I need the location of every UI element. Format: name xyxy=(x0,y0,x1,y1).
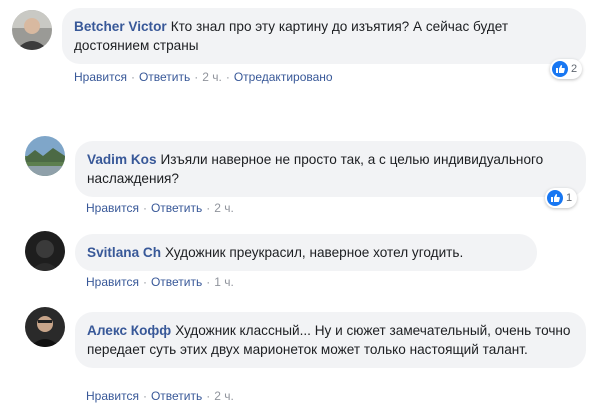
edited-label[interactable]: Отредактировано xyxy=(234,70,333,84)
comment-text: Художник преукрасил, наверное хотел угод… xyxy=(165,245,464,260)
like-link[interactable]: Нравится xyxy=(86,275,139,289)
comment-author[interactable]: Vadim Kos xyxy=(87,152,157,167)
comment-bubble: Vadim Kos Изъяли наверное не просто так, … xyxy=(75,141,586,197)
timestamp[interactable]: 2 ч. xyxy=(214,201,234,215)
reply-link[interactable]: Ответить xyxy=(151,275,202,289)
avatar[interactable] xyxy=(12,10,52,50)
comment-actions: Нравится · Ответить · 2 ч. xyxy=(86,389,234,403)
comment-actions: Нравится · Ответить · 1 ч. xyxy=(86,275,234,289)
reply-link[interactable]: Ответить xyxy=(139,70,190,84)
reaction-count[interactable]: 2 xyxy=(550,59,583,79)
avatar[interactable] xyxy=(25,307,65,347)
comment-actions: Нравится · Ответить · 2 ч. xyxy=(86,201,234,215)
comment-author[interactable]: Svitlana Ch xyxy=(87,245,161,260)
timestamp[interactable]: 1 ч. xyxy=(214,275,234,289)
like-link[interactable]: Нравится xyxy=(74,70,127,84)
comment-author[interactable]: Алекс Кофф xyxy=(87,323,171,338)
timestamp[interactable]: 2 ч. xyxy=(202,70,222,84)
reply-link[interactable]: Ответить xyxy=(151,389,202,403)
comment-bubble: Svitlana Ch Художник преукрасил, наверное… xyxy=(75,234,537,271)
like-icon xyxy=(552,61,568,77)
avatar[interactable] xyxy=(25,136,65,176)
like-link[interactable]: Нравится xyxy=(86,201,139,215)
comment-author[interactable]: Betcher Victor xyxy=(74,19,167,34)
reply-link[interactable]: Ответить xyxy=(151,201,202,215)
avatar[interactable] xyxy=(25,231,65,271)
like-icon xyxy=(547,190,563,206)
comment-actions: Нравится · Ответить · 2 ч. · Отредактировано xyxy=(74,70,333,84)
comment-bubble: Betcher Victor Кто знал про эту картину д… xyxy=(62,8,586,64)
like-link[interactable]: Нравится xyxy=(86,389,139,403)
reaction-count[interactable]: 1 xyxy=(545,188,578,208)
comment-bubble: Алекс Кофф Художник классный... Ну и сюже… xyxy=(75,312,586,368)
timestamp[interactable]: 2 ч. xyxy=(214,389,234,403)
